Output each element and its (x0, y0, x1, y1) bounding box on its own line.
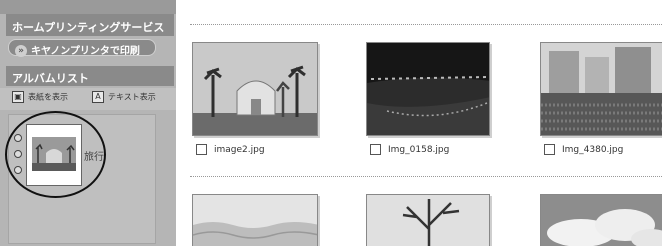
photo-filename: Img_0158.jpg (388, 145, 450, 155)
cover-view-icon: ▣ (12, 91, 24, 103)
photo-thumbnail[interactable] (366, 194, 490, 246)
sidebar-top-band (0, 0, 176, 14)
bare-tree-photo (367, 195, 489, 246)
chapel-palms-photo (193, 43, 317, 135)
ocean-waves-photo (193, 195, 317, 246)
text-view-icon: A (92, 91, 104, 103)
text-view-label: テキスト表示 (108, 92, 156, 102)
show-cover-label: 表紙を表示 (28, 92, 68, 102)
canon-print-button-label: キヤノンプリンタで印刷 (31, 46, 140, 57)
double-arrow-icon: » (15, 45, 27, 57)
text-view-button[interactable]: A テキスト表示 (92, 91, 156, 107)
row-divider (190, 176, 662, 177)
photo-thumbnail[interactable] (540, 42, 662, 136)
clouds-sky-photo (541, 195, 662, 246)
view-toggle-row: ▣ 表紙を表示 A テキスト表示 (0, 88, 176, 110)
photo-thumbnail[interactable] (192, 194, 318, 246)
album-list-header: アルバムリスト (6, 66, 174, 86)
photo-thumbnail[interactable] (540, 194, 662, 246)
select-checkbox[interactable] (370, 144, 381, 155)
show-cover-button[interactable]: ▣ 表紙を表示 (12, 91, 68, 107)
select-checkbox[interactable] (196, 144, 207, 155)
canon-print-button[interactable]: » キヤノンプリンタで印刷 (8, 39, 156, 57)
tulip-garden-photo (541, 43, 662, 135)
photo-thumbnail[interactable] (366, 42, 490, 136)
select-checkbox[interactable] (544, 144, 555, 155)
print-service-header: ホームプリンティングサービス (6, 14, 174, 36)
highlight-circle (5, 111, 106, 198)
photo-thumbnail[interactable] (192, 42, 318, 136)
photo-filename: image2.jpg (214, 145, 265, 155)
row-divider (190, 24, 662, 25)
photo-filename: Img_4380.jpg (562, 145, 624, 155)
night-coast-photo (367, 43, 489, 135)
